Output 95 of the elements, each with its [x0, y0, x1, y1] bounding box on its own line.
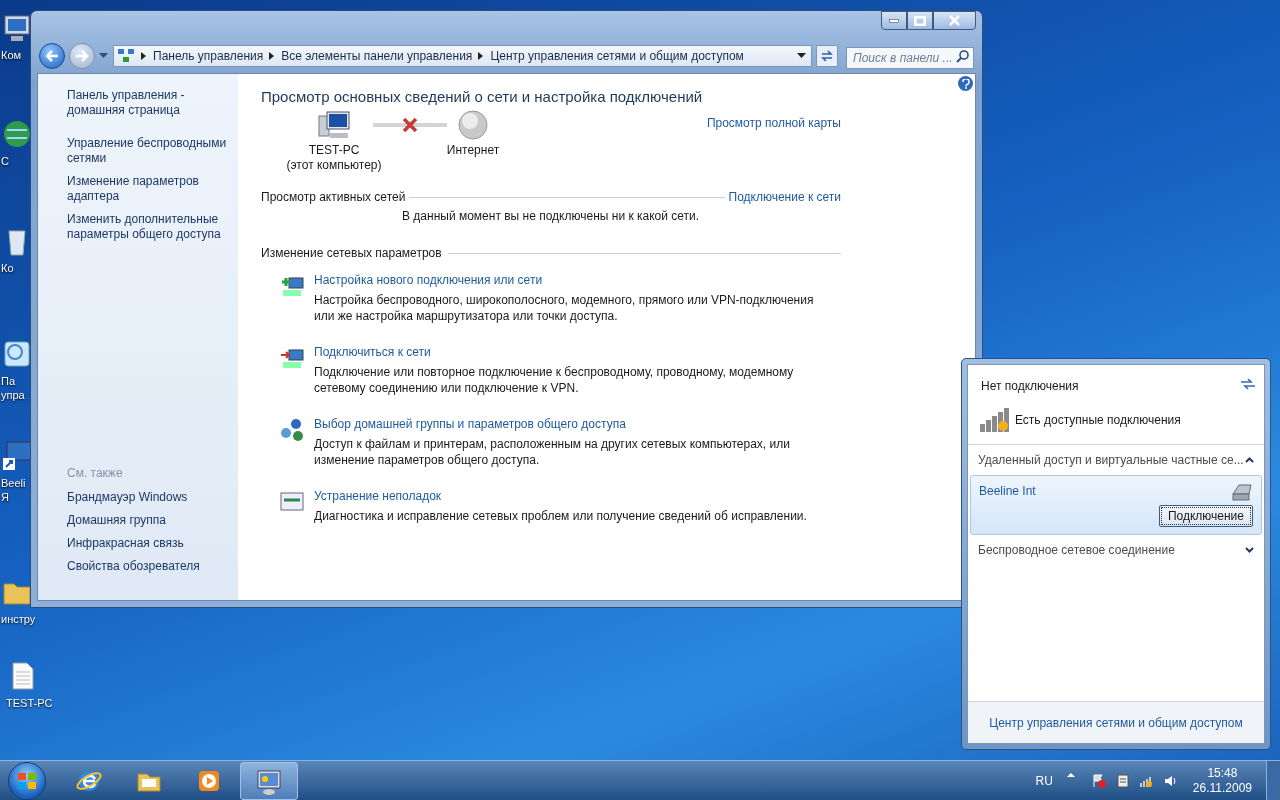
flag-icon [1090, 772, 1107, 789]
network-center-link[interactable]: Центр управления сетями и общим доступом [989, 713, 1243, 732]
desktop-icon-label[interactable]: Я [1, 490, 9, 504]
troubleshoot-icon [280, 490, 304, 514]
clock[interactable]: 15:48 26.11.2009 [1192, 765, 1252, 796]
minimize-button[interactable] [881, 11, 907, 30]
dropdown-arrow-icon [797, 53, 806, 59]
connection-name: Beeline Int [979, 483, 1036, 500]
maximize-icon [914, 15, 926, 26]
computer-icon [317, 110, 351, 140]
close-button[interactable] [933, 11, 976, 30]
network-add-icon [280, 274, 304, 298]
monitor-icon [1, 12, 33, 44]
desktop-icon-label[interactable]: Па [1, 374, 16, 388]
chevron-up-icon [1066, 772, 1075, 777]
question-mark-icon [961, 78, 970, 89]
breadcrumb-item[interactable]: Панель управления [153, 47, 264, 65]
see-also-heading: См. также [67, 465, 124, 482]
desktop-icon-label[interactable]: С [1, 154, 9, 168]
globe-icon [1, 118, 33, 150]
dropdown-arrow-icon [99, 53, 108, 59]
taskbar-app-button[interactable] [240, 761, 298, 800]
help-button[interactable] [958, 76, 973, 91]
sidebar-link[interactable]: Свойства обозревателя [67, 559, 230, 574]
page-title: Просмотр основных сведений о сети и настройка подключений [261, 87, 704, 107]
search-icon [956, 49, 970, 63]
chevron-right-icon [141, 52, 147, 60]
sidebar-link[interactable]: Инфракрасная связь [67, 536, 230, 551]
available-connections-label: Есть доступные подключения [1015, 412, 1181, 429]
task-description: Подключение или повторное подключение к беспроводному, проводному, модемному сетевому соединению или подключение к VPN. [314, 364, 795, 396]
status-message: В данный момент вы не подключены ни к какой сети. [402, 208, 701, 225]
minimize-icon [889, 18, 899, 23]
modem-icon [1231, 482, 1253, 502]
signal-bars-icon [978, 406, 1012, 434]
network-icon [117, 48, 135, 64]
close-icon [949, 15, 960, 26]
computer-caption: (этот компьютер) [286, 158, 382, 173]
windows-logo [17, 771, 37, 790]
connection-item[interactable]: Beeline Int Подключение [970, 475, 1262, 535]
address-bar[interactable]: Панель управления Все элементы панели управления Центр управления сетями и общим доступом [113, 45, 812, 67]
chevron-down-icon [1245, 547, 1254, 553]
language-indicator[interactable]: RU [1035, 771, 1053, 790]
breadcrumb-item[interactable]: Центр управления сетями и общим доступом [490, 47, 744, 65]
globe-icon [458, 110, 488, 140]
task-description: Диагностика и исправление сетевых проблем или получение сведений об исправлении. [314, 508, 808, 524]
clipboard-tray-button[interactable] [1114, 772, 1131, 789]
chevron-right-icon [269, 52, 276, 60]
show-desktop-button[interactable] [1266, 760, 1280, 800]
desktop-icon-label[interactable]: Ко [1, 261, 14, 275]
sidebar-link[interactable]: Брандмауэр Windows [67, 490, 230, 505]
task-link[interactable]: Настройка нового подключения или сети [314, 272, 834, 288]
monitor-shortcut-icon [1, 440, 33, 472]
desktop-icon-label[interactable]: упра [1, 388, 25, 402]
connection-status: Нет подключения [981, 378, 1079, 395]
maximize-button[interactable] [907, 11, 933, 30]
sidebar-link[interactable]: Управление беспроводными сетями [67, 136, 230, 166]
start-button[interactable] [8, 761, 46, 800]
arrow-right-icon [75, 50, 89, 62]
chevron-right-icon [478, 52, 485, 60]
task-link[interactable]: Выбор домашней группы и параметров общего доступа [314, 416, 834, 432]
control-panel-icon [1, 338, 33, 370]
network-connect-icon [280, 346, 304, 370]
clipboard-icon [1114, 772, 1131, 789]
back-button[interactable] [39, 43, 65, 69]
sidebar-link[interactable]: Домашняя группа [67, 513, 230, 528]
flag-tray-button[interactable] [1090, 772, 1107, 789]
task-description: Доступ к файлам и принтерам, расположенным на других сетевых компьютерах, или изменение параметров общего доступа. [314, 436, 791, 468]
computer-name: TEST-PC [308, 143, 360, 158]
refresh-icon [1240, 377, 1256, 391]
connect-button[interactable]: Подключение [1158, 505, 1253, 527]
chevron-up-icon [1245, 457, 1254, 463]
section-heading: Изменение сетевых параметров [261, 245, 442, 262]
connect-to-network-link[interactable]: Подключение к сети [728, 188, 841, 206]
section-header[interactable]: Удаленный доступ и виртуальные частные се... [968, 445, 1264, 475]
refresh-button[interactable] [816, 45, 838, 67]
refresh-button[interactable] [1240, 377, 1256, 391]
breadcrumb-item[interactable]: Все элементы панели управления [281, 47, 473, 65]
homegroup-icon [280, 418, 304, 442]
full-map-link[interactable]: Просмотр полной карты [706, 114, 841, 132]
section-header[interactable]: Беспроводное сетевое соединение [968, 535, 1264, 565]
desktop-icon-label[interactable]: инстру [1, 612, 36, 626]
task-link[interactable]: Подключиться к сети [314, 344, 834, 360]
task-description: Настройка беспроводного, широкополосного, модемного, прямого или VPN-подключения или же настройка маршрутизатора или точки доступа. [314, 292, 815, 324]
internet-label: Интернет [446, 143, 500, 158]
sidebar-link[interactable]: Панель управления - домашняя страница [67, 88, 230, 118]
desktop-icon-label[interactable]: TEST-PC [6, 696, 53, 710]
search-field[interactable]: Поиск в панели ... [846, 47, 974, 69]
sidebar-link[interactable]: Изменить дополнительные параметры общего доступа [67, 212, 230, 242]
section-heading: Просмотр активных сетей [261, 189, 406, 206]
sidebar-link[interactable]: Изменение параметров адаптера [67, 174, 230, 204]
arrow-left-icon [45, 50, 59, 62]
refresh-icon [820, 49, 834, 63]
desktop-icon-label[interactable]: Ком [1, 48, 22, 62]
task-link[interactable]: Устранение неполадок [314, 488, 834, 504]
desktop-icon-label[interactable]: Beeli [1, 476, 26, 490]
